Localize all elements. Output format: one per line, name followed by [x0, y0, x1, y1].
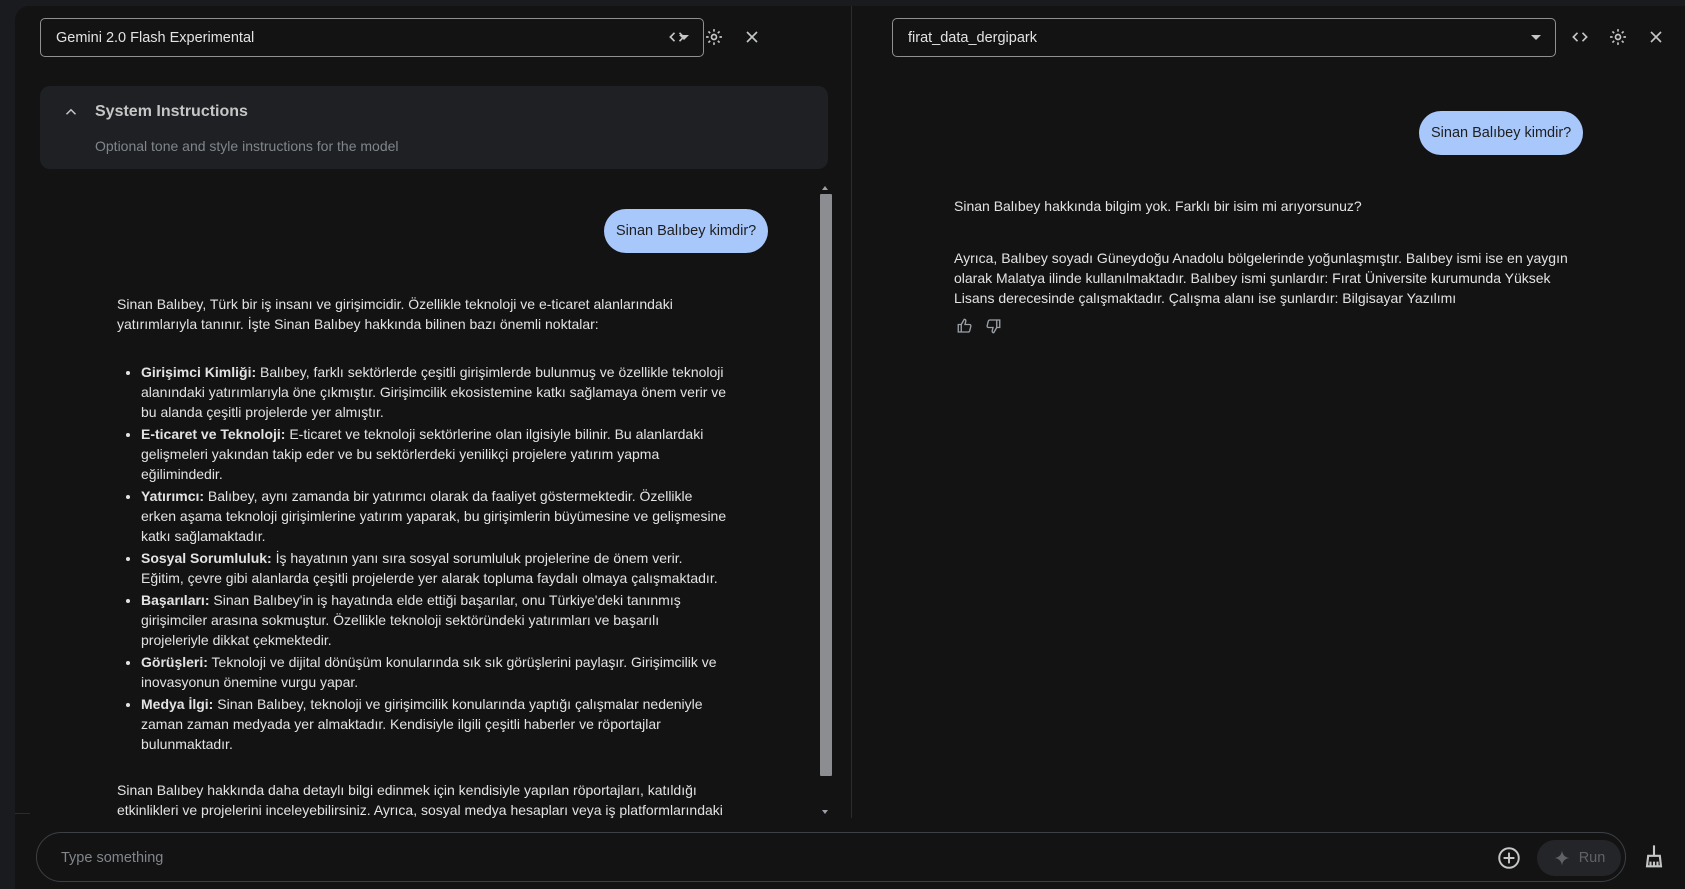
- model-selector[interactable]: firat_data_dergipark: [892, 18, 1556, 57]
- response-outro: Sinan Balıbey hakkında daha detaylı bilg…: [117, 782, 723, 818]
- list-item-text: Balıbey, aynı zamanda bir yatırımcı olar…: [141, 488, 727, 544]
- broom-icon[interactable]: [1640, 843, 1668, 871]
- list-item: Görüşleri: Teknoloji ve dijital dönüşüm …: [141, 652, 727, 692]
- close-button[interactable]: [1639, 20, 1673, 54]
- gear-icon: [1610, 29, 1626, 45]
- code-button[interactable]: [1563, 20, 1597, 54]
- thumbs-up-icon[interactable]: [956, 317, 974, 335]
- settings-button[interactable]: [1601, 20, 1635, 54]
- scrollbar[interactable]: [820, 186, 832, 814]
- user-message-bubble: Sinan Balıbey kimdir?: [1419, 111, 1584, 155]
- list-item: Başarıları: Sinan Balıbey'in iş hayatınd…: [141, 590, 727, 650]
- list-item: Girişimci Kimliği: Balıbey, farklı sektö…: [141, 362, 727, 422]
- run-button[interactable]: Run: [1537, 840, 1621, 876]
- app-window: Gemini 2.0 Flash Experimental System Ins…: [15, 6, 1685, 889]
- user-message-text: Sinan Balıbey kimdir?: [1431, 125, 1572, 141]
- add-circle-icon[interactable]: [1496, 845, 1522, 871]
- gear-icon: [706, 29, 722, 45]
- user-message-text: Sinan Balıbey kimdir?: [616, 223, 757, 239]
- code-icon: [1572, 32, 1588, 42]
- model-selector[interactable]: Gemini 2.0 Flash Experimental: [40, 18, 704, 57]
- scroll-down-arrow-icon[interactable]: [822, 810, 828, 814]
- system-instructions-panel[interactable]: System Instructions Optional tone and st…: [40, 86, 828, 169]
- thumbs-down-icon[interactable]: [984, 317, 1002, 335]
- divider: [15, 813, 30, 814]
- model-response: Sinan Balıbey hakkında bilgim yok. Farkl…: [954, 196, 1584, 308]
- run-label: Run: [1578, 850, 1606, 866]
- list-item-text: Sinan Balıbey, teknoloji ve girişimcilik…: [141, 696, 703, 752]
- user-message-bubble: Sinan Balıbey kimdir?: [604, 209, 769, 253]
- close-button[interactable]: [735, 20, 769, 54]
- list-item: Medya İlgi: Sinan Balıbey, teknoloji ve …: [141, 694, 727, 754]
- chevron-up-icon[interactable]: [62, 103, 80, 121]
- list-item-title: Başarıları:: [141, 592, 210, 608]
- list-item-title: Medya İlgi:: [141, 696, 214, 712]
- model-response: Sinan Balıbey, Türk bir iş insanı ve gir…: [117, 294, 727, 818]
- feedback-buttons: [956, 317, 1002, 335]
- code-button[interactable]: [660, 20, 694, 54]
- list-item-title: Girişimci Kimliği:: [141, 364, 257, 380]
- right-panel: firat_data_dergipark Sinan Balıbey kimdi…: [853, 6, 1685, 818]
- system-instructions-title: System Instructions: [95, 103, 248, 120]
- list-item-title: Yatırımcı:: [141, 488, 205, 504]
- close-icon: [1650, 31, 1662, 43]
- response-paragraph: Ayrıca, Balıbey soyadı Güneydoğu Anadolu…: [954, 250, 1568, 306]
- list-item: E-ticaret ve Teknoloji: E-ticaret ve tek…: [141, 424, 727, 484]
- response-intro: Sinan Balıbey, Türk bir iş insanı ve gir…: [117, 296, 673, 332]
- model-name: Gemini 2.0 Flash Experimental: [56, 29, 255, 46]
- list-item: Yatırımcı: Balıbey, aynı zamanda bir yat…: [141, 486, 727, 546]
- system-instructions-placeholder[interactable]: Optional tone and style instructions for…: [95, 138, 399, 154]
- dropdown-caret-icon: [1531, 35, 1541, 40]
- right-toolbar: firat_data_dergipark: [853, 18, 1685, 58]
- prompt-input-bar: Run: [36, 832, 1626, 882]
- scroll-up-arrow-icon[interactable]: [822, 186, 828, 190]
- prompt-input[interactable]: [61, 847, 1411, 869]
- left-toolbar: Gemini 2.0 Flash Experimental: [15, 18, 851, 58]
- left-chat-area: Sinan Balıbey kimdir? Sinan Balıbey, Tür…: [40, 176, 840, 818]
- settings-button[interactable]: [697, 20, 731, 54]
- list-item-title: E-ticaret ve Teknoloji:: [141, 426, 286, 442]
- list-item-title: Görüşleri:: [141, 654, 208, 670]
- list-item: Sosyal Sorumluluk: İş hayatının yanı sır…: [141, 548, 727, 588]
- code-icon: [669, 32, 685, 42]
- response-paragraph: Sinan Balıbey hakkında bilgim yok. Farkl…: [954, 198, 1362, 214]
- response-list: Girişimci Kimliği: Balıbey, farklı sektö…: [117, 362, 727, 754]
- list-item-text: Sinan Balıbey'in iş hayatında elde ettiğ…: [141, 592, 681, 648]
- list-item-text: Teknoloji ve dijital dönüşüm konularında…: [141, 654, 717, 690]
- left-panel: Gemini 2.0 Flash Experimental System Ins…: [15, 6, 852, 818]
- spark-icon: [1554, 850, 1570, 866]
- list-item-title: Sosyal Sorumluluk:: [141, 550, 272, 566]
- model-name: firat_data_dergipark: [908, 29, 1037, 46]
- close-icon: [746, 31, 758, 43]
- scrollbar-thumb[interactable]: [820, 194, 832, 776]
